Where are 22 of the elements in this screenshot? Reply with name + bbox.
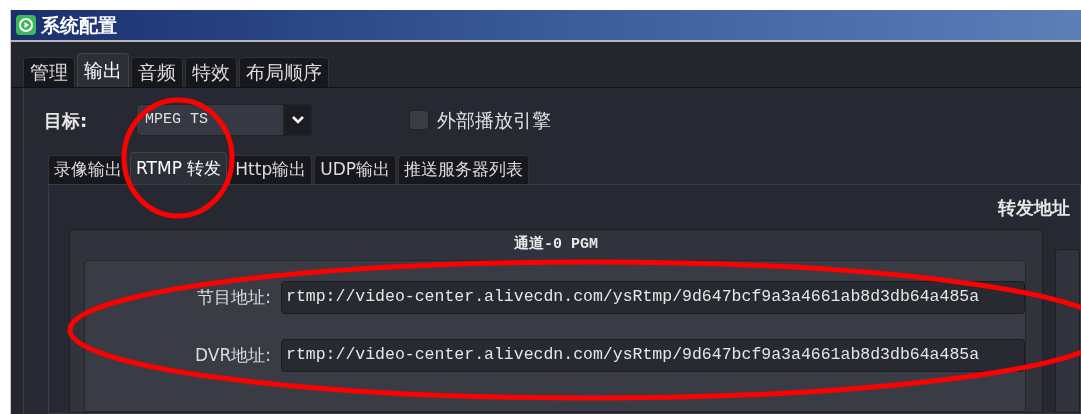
field-label: 节目地址:	[197, 285, 271, 309]
address-field[interactable]: rtmp://video-center.alivecdn.com/ysRtmp/9d647bcf9a3a4661ab8d3db64a485a	[281, 339, 1025, 372]
address-field[interactable]: rtmp://video-center.alivecdn.com/ysRtmp/9d647bcf9a3a4661ab8d3db64a485a	[281, 281, 1025, 314]
window-title: 系统配置	[41, 12, 117, 38]
sub-tab[interactable]: 录像输出	[48, 155, 128, 184]
tab[interactable]: 管理	[23, 57, 75, 87]
app-logo-icon	[15, 14, 37, 36]
checkbox-label: 外部播放引擎	[437, 107, 551, 133]
tab[interactable]: 音频	[131, 57, 183, 87]
tab[interactable]: 布局顺序	[239, 57, 329, 87]
channel-title: 通道-0 PGM	[514, 234, 598, 255]
checkbox[interactable]	[409, 110, 429, 130]
sub-tab[interactable]: 推送服务器列表	[398, 155, 529, 184]
sub-tab[interactable]: RTMP 转发	[130, 152, 228, 184]
field-label: DVR地址:	[195, 343, 271, 367]
chevron-down-icon	[292, 116, 304, 124]
sub-tab[interactable]: Http输出	[229, 155, 313, 184]
target-label: 目标:	[44, 108, 89, 133]
sub-tab[interactable]: UDP输出	[314, 155, 396, 184]
tab[interactable]: 输出	[77, 53, 129, 87]
tab[interactable]: 特效	[185, 57, 237, 87]
section-title: 转发地址	[998, 195, 1070, 220]
